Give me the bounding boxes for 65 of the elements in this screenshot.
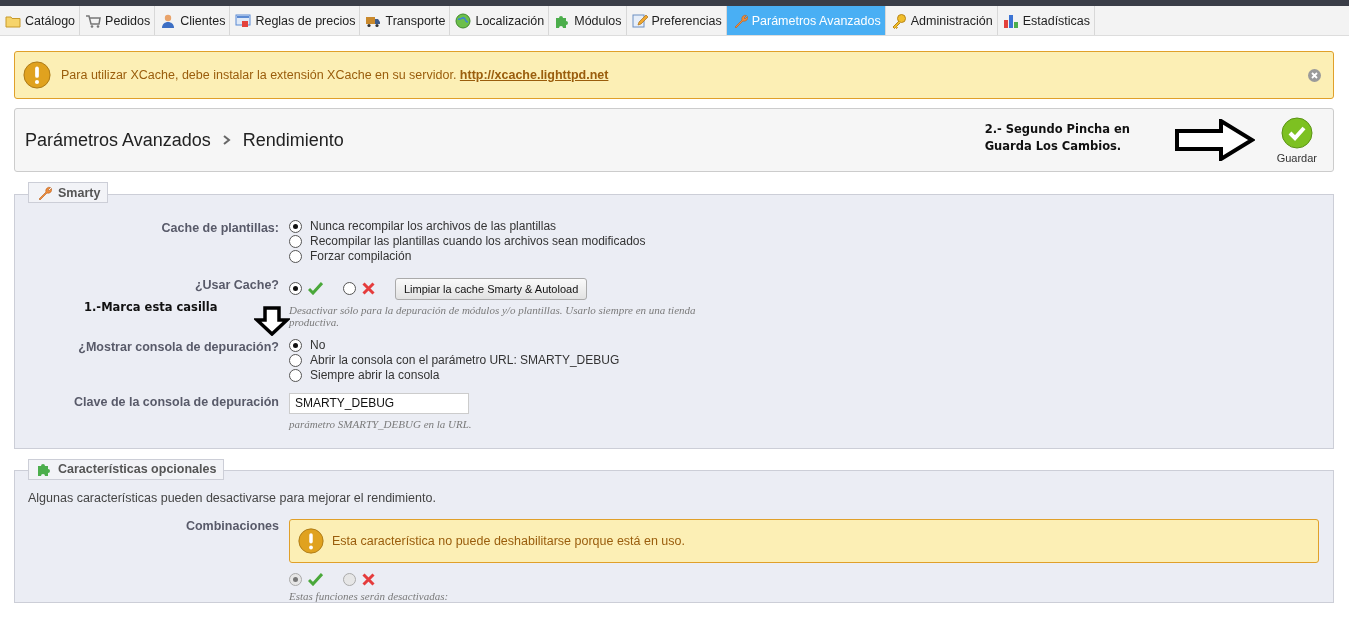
nav-tab[interactable]: Catálogo	[0, 6, 81, 35]
alert-message: Esta característica no puede deshabilitarse porque está en uso.	[332, 534, 685, 548]
nav-tab[interactable]: Módulos	[549, 6, 627, 35]
nav-tab[interactable]: Localización	[450, 6, 550, 35]
puzzle-icon	[36, 461, 52, 477]
nav-tab[interactable]: Estadísticas	[997, 6, 1096, 35]
chart-icon	[1002, 12, 1019, 29]
radio-button[interactable]	[289, 282, 302, 295]
chevron-icon	[222, 135, 231, 145]
field-label: Clave de la consola de depuración	[74, 394, 279, 409]
nav-tab[interactable]: Transporte	[360, 6, 451, 35]
down-arrow-icon	[254, 306, 290, 336]
radio-label: Siempre abrir la consola	[310, 368, 440, 382]
right-arrow-icon	[1174, 119, 1255, 161]
xcache-link[interactable]: http://xcache.lighttpd.net	[459, 68, 609, 82]
nav-tab[interactable]: Administración	[885, 6, 998, 35]
warning-icon	[298, 528, 324, 554]
radio-label: Recompilar las plantillas cuando los archivos sean modificados	[310, 234, 646, 248]
help-text: Desactivar sólo para la depuración de módulos y/o plantillas. Usarlo siempre en una tienda productiva.	[289, 303, 697, 328]
help-text: parámetro SMARTY_DEBUG en la URL.	[289, 417, 473, 430]
save-button[interactable]: Guardar	[1276, 116, 1317, 164]
clear-cache-button[interactable]: Limpiar la cache Smarty & Autoload	[395, 277, 588, 300]
nav-tab[interactable]: Pedidos	[80, 6, 156, 35]
alert-message: Para utilizar XCache, debe instalar la extensión XCache en su servidor. http://xcache.lighttpd.net	[61, 68, 610, 82]
text-field[interactable]: SMARTY_DEBUG	[289, 392, 469, 414]
breadcrumb-item: Rendimiento	[242, 129, 344, 151]
globe-icon	[455, 12, 472, 29]
field-label: Cache de plantillas:	[161, 220, 279, 235]
nav-tab[interactable]: Clientes	[155, 6, 231, 35]
instruction-note: 2.- Segundo Pincha en Guarda Los Cambios.	[984, 121, 1131, 156]
field-label: ¿Usar Cache?	[194, 277, 279, 292]
radio-button[interactable]	[289, 219, 302, 233]
radio-button[interactable]	[289, 368, 302, 382]
cross-icon	[362, 282, 375, 295]
radio-label: Abrir la consola con el parámetro URL: SMARTY_DEBUG	[310, 353, 620, 367]
checkmark-icon	[308, 573, 323, 586]
radio-label: Forzar compilación	[310, 249, 412, 263]
nav-tab[interactable]: Reglas de precios	[230, 6, 361, 35]
pencil-icon	[631, 12, 648, 29]
section-title: Características opcionales	[58, 462, 217, 476]
warning-icon	[23, 61, 51, 89]
nav-tab[interactable]: Preferencias	[626, 6, 727, 35]
key-icon	[890, 12, 907, 29]
section-intro: Algunas características pueden desactivarse para mejorar el rendimiento.	[28, 491, 437, 505]
radio-button[interactable]	[343, 282, 356, 295]
radio-button[interactable]	[289, 234, 302, 248]
field-label: Combinaciones	[185, 519, 279, 533]
radio-button[interactable]	[289, 338, 302, 352]
cross-icon	[362, 573, 375, 586]
cart-icon	[85, 12, 102, 29]
wrench-icon	[36, 184, 52, 201]
person-icon	[160, 12, 177, 29]
card-icon	[235, 12, 252, 29]
section-title: Smarty	[58, 185, 101, 200]
radio-button[interactable]	[289, 353, 302, 367]
checkmark-icon	[308, 282, 323, 295]
help-text: Estas funciones serán desactivadas:	[289, 590, 450, 602]
radio-label: Nunca recompilar los archivos de las plantillas	[310, 219, 557, 233]
radio-button[interactable]	[289, 249, 302, 263]
instruction-note: 1.-Marca esta casilla	[84, 300, 218, 314]
breadcrumb-item[interactable]: Parámetros Avanzados	[25, 129, 211, 151]
field-label: ¿Mostrar consola de depuración?	[78, 339, 279, 354]
checkmark-icon	[1280, 116, 1313, 149]
radio-label: No	[310, 338, 326, 352]
close-icon[interactable]	[1308, 68, 1321, 82]
